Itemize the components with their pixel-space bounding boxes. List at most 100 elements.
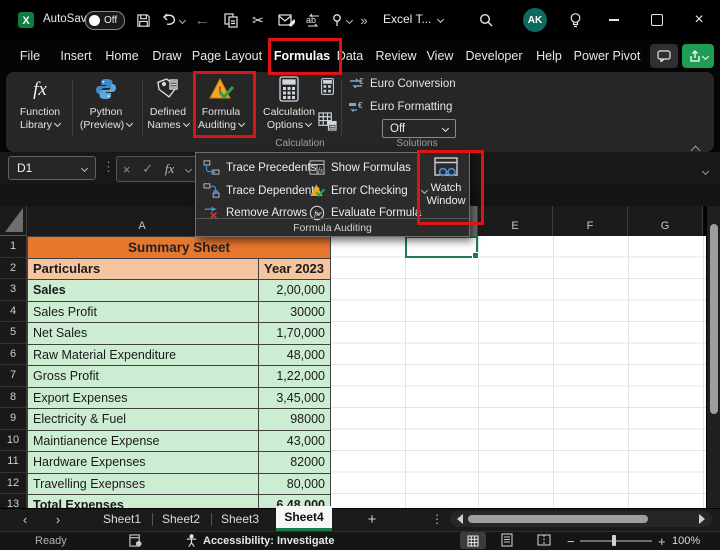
table-row[interactable]: Electricity & Fuel98000 <box>28 409 331 431</box>
name-box[interactable]: D1 <box>8 156 96 180</box>
table-row[interactable]: Travelling Exepnses80,000 <box>28 474 331 496</box>
new-sheet-button[interactable]: + <box>368 508 377 531</box>
menu-tab-home[interactable]: Home <box>105 40 138 72</box>
cut-icon[interactable]: ✂ <box>249 9 267 31</box>
trace-dependents-item[interactable]: Trace Dependents <box>203 183 320 198</box>
menu-tab-data[interactable]: Data <box>337 40 363 72</box>
row-header[interactable]: 7 <box>0 365 26 387</box>
sheet-options-dots[interactable]: ⋮ <box>431 508 443 531</box>
avatar[interactable]: AK <box>523 8 547 32</box>
sheet-tab-sheet4-active[interactable]: Sheet4 <box>276 506 332 531</box>
column-header-f[interactable]: F <box>553 206 628 236</box>
lightbulb-icon[interactable] <box>566 9 584 31</box>
solutions-dropdown[interactable]: Off <box>382 119 456 138</box>
zoom-in-button[interactable]: + <box>658 534 666 549</box>
search-icon[interactable] <box>477 9 495 31</box>
row-header[interactable]: 8 <box>0 387 26 409</box>
row-header[interactable]: 9 <box>0 408 26 430</box>
table-title-row[interactable]: Summary Sheet <box>28 237 331 259</box>
row-header[interactable]: 11 <box>0 451 26 473</box>
table-row[interactable]: Maintianence Expense43,000 <box>28 431 331 453</box>
zoom-out-button[interactable]: − <box>567 534 575 549</box>
row-header[interactable]: 10 <box>0 430 26 452</box>
hscroll-left-arrow[interactable] <box>457 514 463 524</box>
zoom-level[interactable]: 100% <box>672 535 700 547</box>
fill-handle[interactable] <box>472 252 479 259</box>
menu-tab-page-layout[interactable]: Page Layout <box>192 40 262 72</box>
table-row[interactable]: Gross Profit1,22,000 <box>28 366 331 388</box>
calculate-sheet-button[interactable] <box>318 112 337 136</box>
vertical-scrollbar[interactable] <box>706 206 720 508</box>
macro-record-button[interactable] <box>129 534 142 550</box>
sheet-tab-sheet2[interactable]: Sheet2 <box>162 508 200 531</box>
function-library-button[interactable]: fx Function Library <box>11 75 69 132</box>
vertical-scrollbar-thumb[interactable] <box>710 224 718 414</box>
select-all-corner[interactable] <box>0 206 27 236</box>
enter-entry-icon[interactable]: ✓ <box>142 161 153 177</box>
sheet-nav-left[interactable]: ‹ <box>23 508 27 531</box>
sheet-tab-sheet3[interactable]: Sheet3 <box>221 508 259 531</box>
menu-tab-help[interactable]: Help <box>536 40 562 72</box>
insert-function-icon[interactable]: fx <box>165 161 174 177</box>
more-commands-icon[interactable]: » <box>356 9 372 31</box>
summary-table[interactable]: Summary Sheet Particulars Year 2023 Sale… <box>27 236 331 508</box>
table-row[interactable]: Sales Profit30000 <box>28 302 331 324</box>
menu-tab-draw[interactable]: Draw <box>152 40 181 72</box>
column-header-e[interactable]: E <box>478 206 553 236</box>
touch-mode-button[interactable] <box>328 9 354 31</box>
row-header[interactable]: 3 <box>0 279 26 301</box>
hscroll-right-arrow[interactable] <box>699 514 705 524</box>
menu-tab-developer[interactable]: Developer <box>466 40 523 72</box>
watch-window-button[interactable]: Watch Window <box>423 156 469 216</box>
table-row[interactable]: Export Expenses3,45,000 <box>28 388 331 410</box>
expand-formula-bar[interactable] <box>700 163 708 181</box>
table-row[interactable]: Sales2,00,000 <box>28 280 331 302</box>
grid-canvas[interactable]: Summary Sheet Particulars Year 2023 Sale… <box>27 236 706 508</box>
euro-formatting-button[interactable]: € Euro Formatting <box>348 100 452 113</box>
row-header[interactable]: 5 <box>0 322 26 344</box>
formula-options-chevron[interactable] <box>185 165 192 172</box>
menu-tab-view[interactable]: View <box>427 40 454 72</box>
table-row[interactable]: Hardware Expenses82000 <box>28 452 331 474</box>
menu-tab-insert[interactable]: Insert <box>60 40 91 72</box>
menu-tab-power-pivot[interactable]: Power Pivot <box>574 40 641 72</box>
sheet-nav-right[interactable]: › <box>56 508 60 531</box>
row-header[interactable]: 1 <box>0 236 26 258</box>
page-break-view-button[interactable] <box>537 533 551 550</box>
row-header[interactable]: 6 <box>0 344 26 366</box>
normal-view-button[interactable] <box>460 532 486 549</box>
share-button[interactable] <box>682 44 714 68</box>
comments-button[interactable] <box>650 44 678 68</box>
menu-tab-formulas[interactable]: Formulas <box>274 40 330 72</box>
horizontal-scrollbar[interactable] <box>450 511 712 527</box>
row-header[interactable]: 4 <box>0 301 26 323</box>
formula-auditing-button[interactable]: ! Formula Auditing <box>194 75 248 132</box>
defined-names-button[interactable]: Defined Names <box>140 75 196 132</box>
calculate-now-button[interactable] <box>320 78 335 100</box>
minimize-button[interactable] <box>605 9 623 31</box>
undo-button[interactable] <box>160 9 186 31</box>
copy-icon[interactable] <box>222 9 240 31</box>
show-formulas-item[interactable]: fx Show Formulas <box>309 160 411 175</box>
table-header-row[interactable]: Particulars Year 2023 <box>28 259 331 281</box>
euro-conversion-button[interactable]: € Euro Conversion <box>348 77 456 90</box>
share-mail-icon[interactable] <box>275 9 297 31</box>
python-preview-button[interactable]: Python (Preview) <box>74 75 138 132</box>
menu-tab-review[interactable]: Review <box>376 40 417 72</box>
row-header[interactable]: 13 <box>0 494 26 508</box>
active-cell-d1[interactable] <box>405 236 478 258</box>
table-row[interactable]: Net Sales1,70,000 <box>28 323 331 345</box>
autosave-toggle[interactable]: Off <box>85 11 125 30</box>
row-header[interactable]: 12 <box>0 473 26 495</box>
calculation-options-button[interactable]: Calculation Options <box>258 75 320 132</box>
close-button[interactable]: × <box>690 9 708 31</box>
sheet-tab-sheet1[interactable]: Sheet1 <box>103 508 141 531</box>
page-layout-view-button[interactable] <box>500 533 514 550</box>
zoom-slider-track[interactable] <box>580 540 652 542</box>
save-icon[interactable] <box>134 9 152 31</box>
zoom-slider-thumb[interactable] <box>612 535 616 546</box>
menu-tab-file[interactable]: File <box>20 40 40 72</box>
trace-precedents-item[interactable]: Trace Precedents <box>203 160 316 175</box>
document-title[interactable]: Excel T... <box>383 12 443 26</box>
status-accessibility[interactable]: Accessibility: Investigate <box>203 535 334 547</box>
